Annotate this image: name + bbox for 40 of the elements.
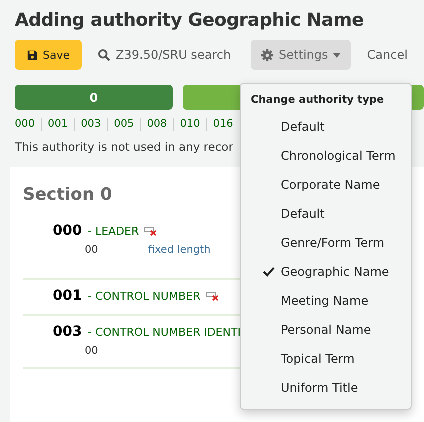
search-icon — [98, 48, 112, 62]
page-title: Adding authority Geographic Name — [15, 9, 365, 32]
subfield-label: fixed length — [148, 244, 211, 256]
menu-item[interactable]: Personal Name — [241, 315, 411, 344]
tag-link[interactable]: 001 — [41, 118, 74, 131]
menu-item[interactable]: Chronological Term — [241, 141, 411, 170]
delete-field-icon[interactable] — [144, 226, 158, 236]
section-tab[interactable]: 0 — [15, 85, 173, 110]
menu-item[interactable]: Topical Term — [241, 344, 411, 373]
tag-link[interactable]: 008 — [140, 118, 174, 131]
delete-field-icon[interactable] — [206, 292, 220, 300]
cancel-button[interactable]: Cancel — [357, 40, 418, 70]
tag-link[interactable]: 010 — [173, 118, 206, 131]
menu-item[interactable]: Uniform Title — [241, 373, 411, 402]
tag-link[interactable]: 016 — [206, 118, 240, 131]
z3950-search-button[interactable]: Z39.50/SRU search — [88, 40, 242, 70]
subfield-code: 00 — [85, 244, 98, 256]
field-name[interactable]: - CONTROL NUMBER IDENTI — [88, 326, 241, 338]
menu-item[interactable]: Corporate Name — [241, 170, 411, 199]
field-tag: 001 — [53, 288, 83, 304]
caret-icon — [333, 52, 342, 58]
field-tag: 003 — [53, 324, 83, 340]
menu-item[interactable]: Genre/Form Term — [241, 228, 411, 257]
tag-link[interactable]: 000 — [15, 118, 42, 131]
menu-item[interactable]: Default — [241, 112, 411, 141]
menu-item[interactable]: Meeting Name — [241, 286, 411, 315]
info-message: This authority is not used in any recor — [15, 140, 234, 154]
tag-link[interactable]: 003 — [74, 118, 108, 131]
subfield-code: 00 — [85, 345, 98, 357]
tag-link[interactable]: 005 — [107, 118, 140, 131]
settings-button[interactable]: Settings — [251, 40, 352, 70]
save-button[interactable]: Save — [15, 40, 82, 70]
field-name[interactable]: - LEADER — [88, 224, 140, 238]
field-name[interactable]: - CONTROL NUMBER — [88, 290, 201, 302]
field-tag: 000 — [53, 223, 83, 239]
menu-header: Change authority type — [250, 94, 386, 106]
menu-item[interactable]: Geographic Name — [241, 257, 411, 286]
settings-icon — [261, 48, 274, 62]
menu-item[interactable]: Default — [241, 199, 411, 228]
section-title: Section 0 — [23, 185, 112, 205]
